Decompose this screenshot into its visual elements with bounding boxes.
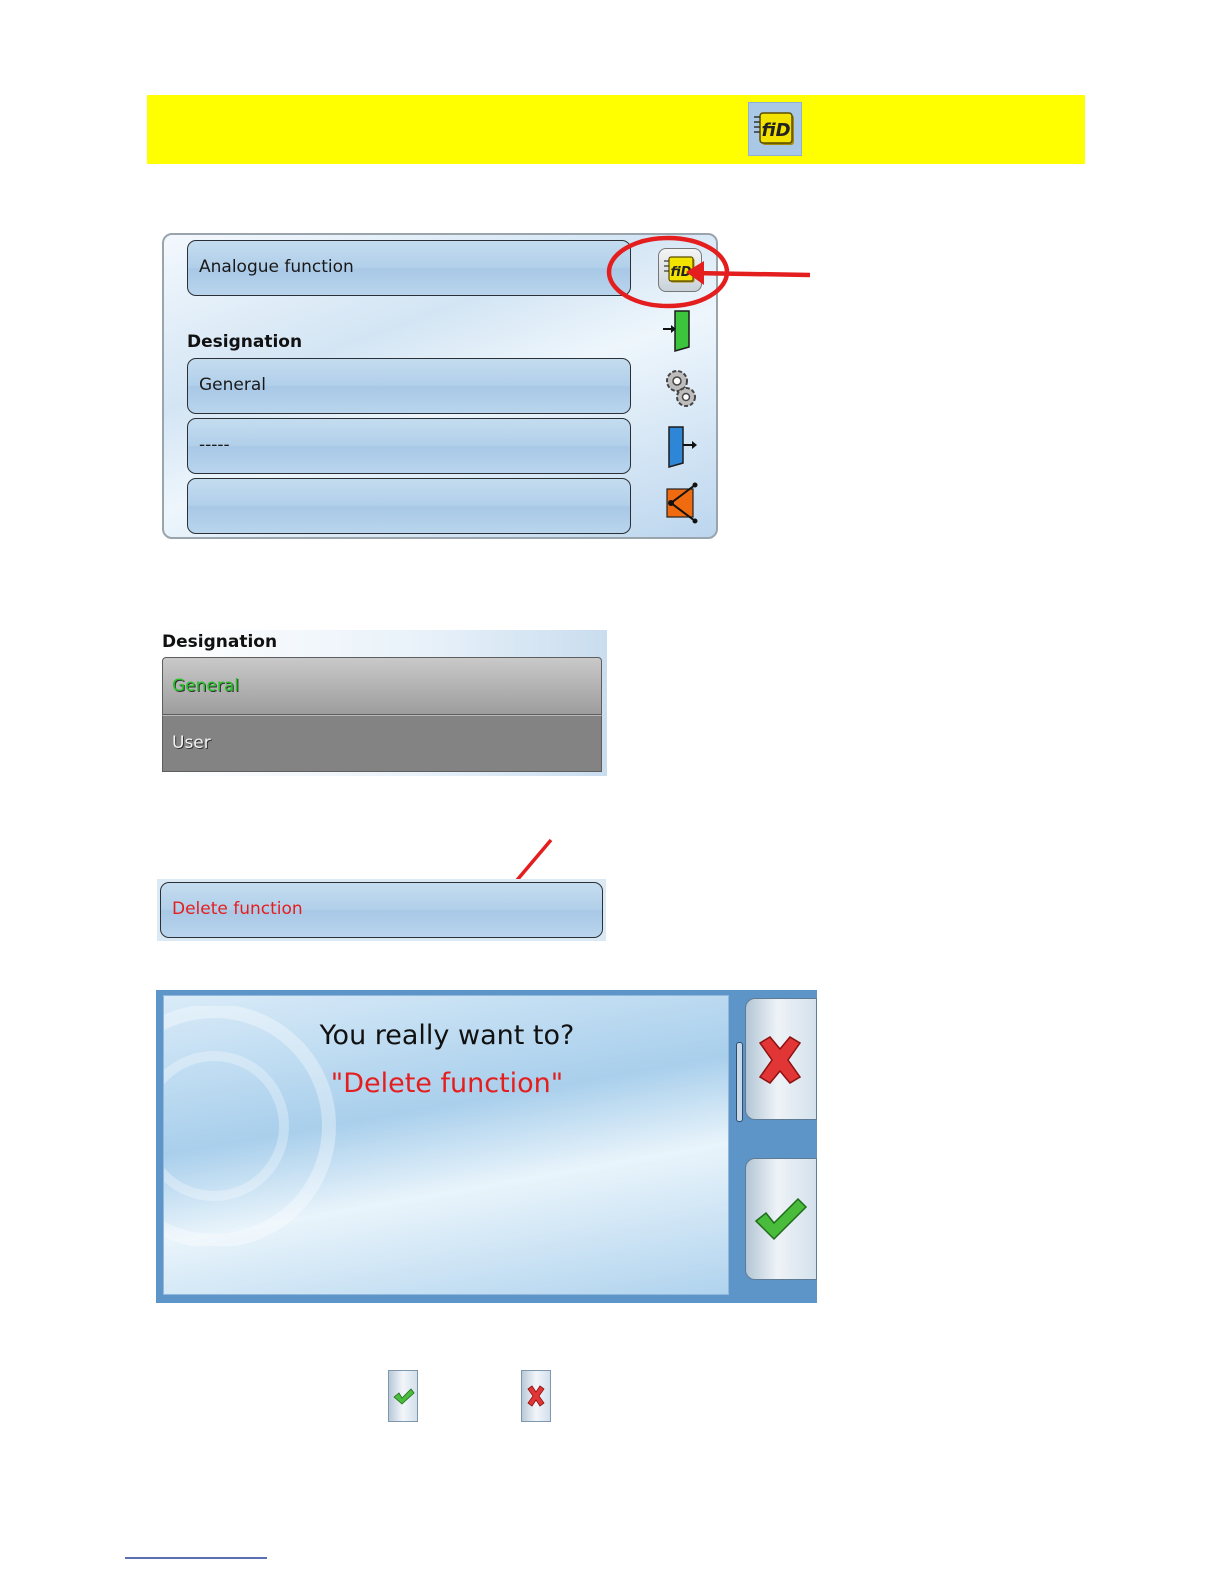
check-button-icon xyxy=(388,1370,418,1422)
dialog-scrollbar[interactable] xyxy=(736,1042,743,1122)
function-type-field[interactable]: Analogue function xyxy=(187,240,631,296)
designation-field[interactable]: General xyxy=(187,358,631,414)
confirm-check-icon xyxy=(754,1197,808,1241)
confirm-button[interactable] xyxy=(745,1158,817,1280)
footnote-rule xyxy=(125,1557,267,1559)
delete-panel: Delete function xyxy=(157,879,606,941)
network-icon[interactable] xyxy=(661,479,701,527)
annotation-arrow xyxy=(606,235,811,309)
output-icon[interactable] xyxy=(661,423,701,471)
cancel-button[interactable] xyxy=(745,998,817,1120)
fid-icon: fiD xyxy=(748,102,802,156)
dropdown-designation-label: Designation xyxy=(162,632,278,652)
cancel-x-icon xyxy=(758,1036,802,1084)
x-button-icon xyxy=(521,1370,551,1422)
delete-function-button[interactable]: Delete function xyxy=(160,882,603,938)
index-field[interactable]: ----- xyxy=(187,418,631,474)
svg-text:fiD: fiD xyxy=(761,120,790,141)
confirm-dialog: You really want to? "Delete function" xyxy=(156,990,817,1303)
gears-icon[interactable] xyxy=(661,365,701,413)
designation-dropdown: Designation General User xyxy=(157,630,607,776)
header-banner xyxy=(147,95,1085,164)
empty-field[interactable] xyxy=(187,478,631,534)
designation-label: Designation xyxy=(187,332,303,352)
dialog-action: "Delete function" xyxy=(330,1068,564,1099)
option-general[interactable]: General xyxy=(162,657,602,715)
dialog-question: You really want to? xyxy=(319,1020,575,1051)
dialog-body: You really want to? "Delete function" xyxy=(163,995,729,1295)
option-user[interactable]: User xyxy=(162,715,602,772)
